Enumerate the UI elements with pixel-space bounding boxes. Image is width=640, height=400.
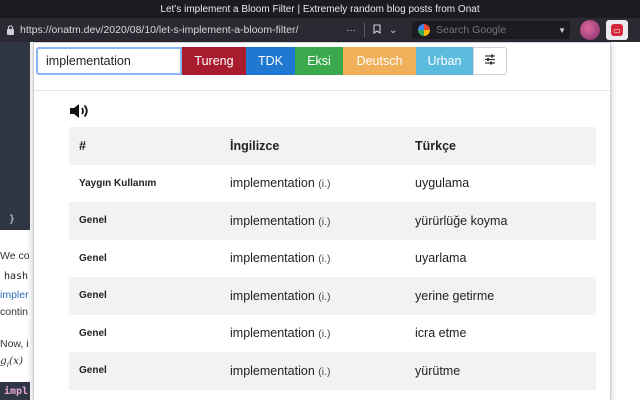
row-category: Genel	[79, 252, 107, 264]
bg-math: gi(x)	[0, 355, 24, 370]
row-category: Genel	[79, 327, 107, 339]
header-num: #	[79, 138, 86, 153]
avatar[interactable]	[580, 20, 600, 40]
row-translation[interactable]: yürürlüğe koyma	[405, 214, 507, 228]
row-translation[interactable]: uygulama	[405, 176, 469, 190]
table-row: Genel implementation (i.) yürürlüğe koym…	[69, 202, 596, 240]
search-bar[interactable]: ▼	[412, 21, 570, 39]
lock-icon[interactable]	[6, 25, 16, 35]
popup-divider	[34, 90, 610, 91]
row-category: Genel	[79, 290, 107, 302]
bookmark-icon[interactable]	[373, 23, 381, 37]
table-row: Genel implementation (i.) yürütme	[69, 352, 596, 390]
table-row: Genel implementation (i.) icra etme	[69, 315, 596, 353]
tab-urban[interactable]: Urban	[416, 47, 473, 75]
row-term[interactable]: implementation (i.)	[221, 326, 405, 340]
row-category: Genel	[79, 215, 107, 227]
extension-button[interactable]: ▭	[606, 20, 628, 40]
row-term[interactable]: implementation (i.)	[221, 289, 405, 303]
more-icon[interactable]: ···	[346, 25, 356, 36]
tab-tdk[interactable]: TDK	[246, 47, 295, 75]
row-category: Yaygın Kullanım	[79, 177, 157, 189]
bg-text-line: Now, i	[0, 338, 29, 350]
row-term[interactable]: implementation (i.)	[221, 364, 405, 378]
nav-actions: ··· ⌄	[346, 23, 397, 37]
code-block	[0, 42, 30, 230]
url-bar[interactable]: https://onatm.dev/2020/08/10/let-s-imple…	[20, 24, 338, 36]
search-input[interactable]	[436, 24, 556, 36]
row-category: Genel	[79, 365, 107, 377]
header-english: İngilizce	[230, 138, 280, 153]
bg-inline-code: hash	[4, 271, 29, 282]
window-title-bar: Let’s implement a Bloom Filter | Extreme…	[0, 0, 640, 18]
sliders-icon	[484, 54, 496, 68]
row-translation[interactable]: uyarlama	[405, 251, 466, 265]
search-dropdown-icon[interactable]: ▼	[558, 26, 566, 35]
extension-icon: ▭	[611, 24, 623, 36]
term-input[interactable]	[36, 47, 182, 75]
bg-link[interactable]: impler	[0, 289, 29, 301]
header-turkish: Türkçe	[415, 138, 456, 153]
tab-deutsch[interactable]: Deutsch	[343, 47, 416, 75]
row-translation[interactable]: yürütme	[405, 364, 460, 378]
table-row: Genel implementation (i.) uyarlama	[69, 240, 596, 278]
table-row: Yaygın Kullanım implementation (i.) uygu…	[69, 165, 596, 203]
dropdown-icon[interactable]: ⌄	[389, 25, 397, 36]
code-keyword: impl	[4, 386, 29, 397]
row-term[interactable]: implementation (i.)	[221, 214, 405, 228]
bg-text-line: We co	[0, 250, 30, 262]
google-icon	[418, 24, 430, 36]
table-header: # İngilizce Türkçe	[69, 127, 596, 165]
settings-button[interactable]	[473, 47, 507, 75]
row-translation[interactable]: icra etme	[405, 326, 466, 340]
dictionary-popup: Tureng TDK Eksi Deutsch Urban	[33, 42, 611, 400]
row-term[interactable]: implementation (i.)	[221, 176, 405, 190]
bg-text-line: contin	[0, 306, 29, 318]
row-translation[interactable]: yerine getirme	[405, 289, 494, 303]
translation-table: # İngilizce Türkçe Yaygın Kullanım imple…	[69, 127, 596, 390]
nav-divider	[364, 23, 365, 37]
row-term[interactable]: implementation (i.)	[221, 251, 405, 265]
speaker-icon[interactable]	[68, 101, 94, 123]
tab-eksi[interactable]: Eksi	[295, 47, 343, 75]
tab-tureng[interactable]: Tureng	[182, 47, 246, 75]
popup-toolbar: Tureng TDK Eksi Deutsch Urban	[36, 47, 507, 75]
table-row: Genel implementation (i.) yerine getirme	[69, 277, 596, 315]
code-brace: }	[9, 214, 16, 225]
window-title: Let’s implement a Bloom Filter | Extreme…	[160, 3, 480, 15]
